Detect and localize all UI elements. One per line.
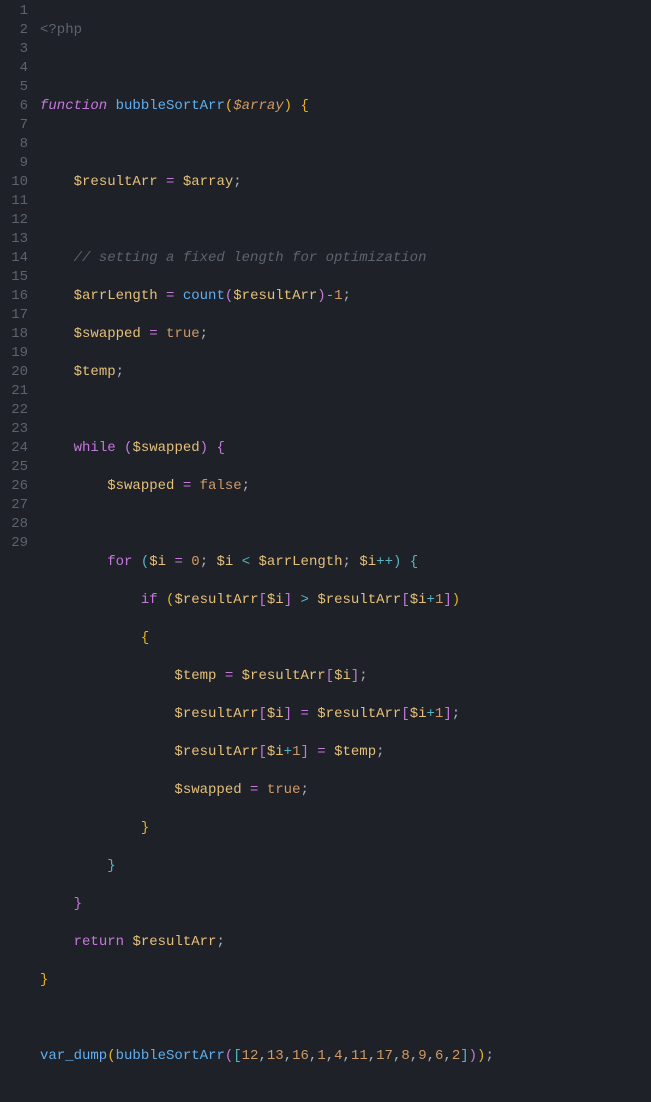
line-number: 11	[4, 192, 28, 211]
code-line: $swapped = true;	[40, 325, 651, 344]
line-number: 15	[4, 268, 28, 287]
code-line: // setting a fixed length for optimizati…	[40, 249, 651, 268]
code-line	[40, 135, 651, 154]
line-number: 2	[4, 21, 28, 40]
line-number: 4	[4, 59, 28, 78]
line-number: 23	[4, 420, 28, 439]
code-line: $resultArr[$i] = $resultArr[$i+1];	[40, 705, 651, 724]
line-number: 21	[4, 382, 28, 401]
code-line: function bubbleSortArr($array) {	[40, 97, 651, 116]
code-line: }	[40, 895, 651, 914]
line-number: 12	[4, 211, 28, 230]
code-line: }	[40, 819, 651, 838]
line-number: 8	[4, 135, 28, 154]
code-line: }	[40, 971, 651, 990]
line-number: 6	[4, 97, 28, 116]
code-line	[40, 59, 651, 78]
code-content[interactable]: <?php function bubbleSortArr($array) { $…	[40, 2, 651, 1102]
code-line: for ($i = 0; $i < $arrLength; $i++) {	[40, 553, 651, 572]
line-number: 9	[4, 154, 28, 173]
code-line: $swapped = true;	[40, 781, 651, 800]
code-line: $temp = $resultArr[$i];	[40, 667, 651, 686]
line-number-gutter: 1 2 3 4 5 6 7 8 9 10 11 12 13 14 15 16 1…	[0, 2, 40, 1102]
line-number: 16	[4, 287, 28, 306]
line-number: 24	[4, 439, 28, 458]
line-number: 5	[4, 78, 28, 97]
code-editor[interactable]: 1 2 3 4 5 6 7 8 9 10 11 12 13 14 15 16 1…	[0, 0, 651, 1102]
line-number: 27	[4, 496, 28, 515]
code-line: if ($resultArr[$i] > $resultArr[$i+1])	[40, 591, 651, 610]
line-number: 29	[4, 534, 28, 553]
code-line: var_dump(bubbleSortArr([12,13,16,1,4,11,…	[40, 1047, 651, 1066]
line-number: 14	[4, 249, 28, 268]
line-number: 3	[4, 40, 28, 59]
code-line: $arrLength = count($resultArr)-1;	[40, 287, 651, 306]
code-line	[40, 401, 651, 420]
line-number: 13	[4, 230, 28, 249]
code-line: while ($swapped) {	[40, 439, 651, 458]
line-number: 17	[4, 306, 28, 325]
line-number: 10	[4, 173, 28, 192]
line-number: 22	[4, 401, 28, 420]
line-number: 19	[4, 344, 28, 363]
line-number: 1	[4, 2, 28, 21]
line-number: 18	[4, 325, 28, 344]
code-line: }	[40, 857, 651, 876]
code-line: $temp;	[40, 363, 651, 382]
line-number: 20	[4, 363, 28, 382]
code-line: <?php	[40, 21, 651, 40]
code-line	[40, 211, 651, 230]
code-line	[40, 1009, 651, 1028]
code-line: return $resultArr;	[40, 933, 651, 952]
line-number: 25	[4, 458, 28, 477]
code-line: $resultArr[$i+1] = $temp;	[40, 743, 651, 762]
line-number: 26	[4, 477, 28, 496]
code-line: $resultArr = $array;	[40, 173, 651, 192]
code-line: $swapped = false;	[40, 477, 651, 496]
code-line	[40, 515, 651, 534]
line-number: 7	[4, 116, 28, 135]
code-line: {	[40, 629, 651, 648]
line-number: 28	[4, 515, 28, 534]
code-line	[40, 1085, 651, 1102]
